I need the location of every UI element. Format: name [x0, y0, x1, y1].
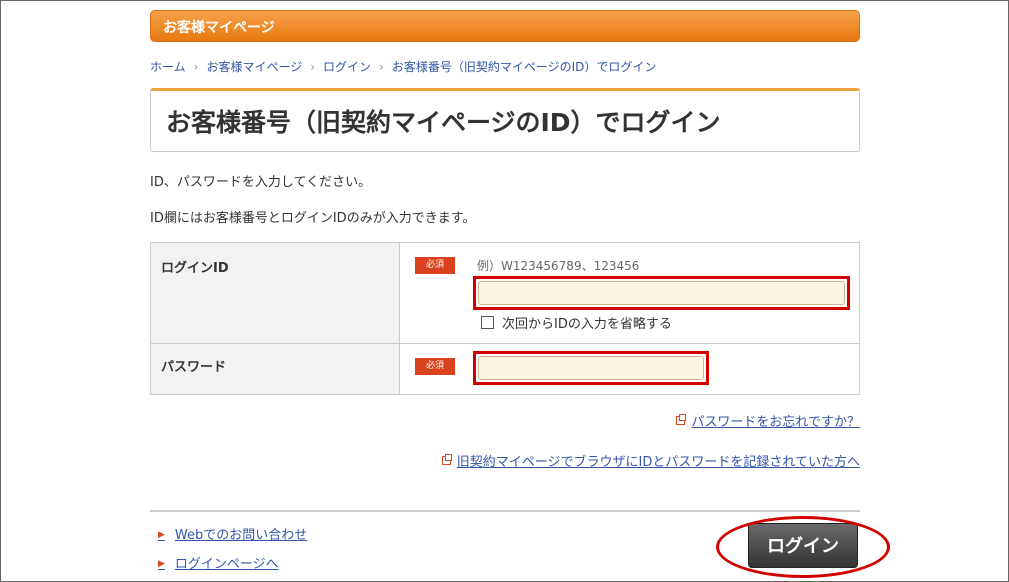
forgot-password-label: パスワードをお忘れですか？: [691, 415, 860, 430]
password-label: パスワード: [161, 360, 227, 375]
breadcrumb: ホーム › お客様マイページ › ログイン › お客様番号（旧契約マイページのID）でログイ…: [150, 58, 656, 75]
required-badge: 必須: [415, 257, 455, 274]
header-title: お客様マイページ: [163, 20, 275, 36]
forgot-password-link[interactable]: パスワードをお忘れですか？: [676, 411, 860, 430]
login-id-highlight: [473, 276, 850, 310]
instruction-text: ID、パスワードを入力してください。: [150, 175, 372, 190]
page-title: お客様番号（旧契約マイページのID）でログイン: [166, 108, 721, 137]
password-highlight: [473, 351, 709, 385]
breadcrumb-separator-icon: ›: [310, 60, 316, 74]
external-window-icon: [441, 454, 452, 465]
login-page-label: ログインページへ: [174, 557, 279, 572]
login-page-link[interactable]: ▶ ログインページへ: [158, 553, 279, 572]
remember-id-checkbox[interactable]: [481, 316, 494, 329]
mypage-header-bar: お客様マイページ: [150, 10, 860, 42]
breadcrumb-separator-icon: ›: [193, 60, 199, 74]
login-id-hint: 例）W123456789、123456: [477, 259, 640, 273]
web-inquiry-link[interactable]: ▶ Webでのお問い合わせ: [158, 524, 307, 543]
remember-id-option[interactable]: 次回からIDの入力を省略する: [481, 313, 672, 332]
breadcrumb-login[interactable]: ログイン: [323, 60, 371, 74]
old-mypage-label: 旧契約マイページでブラウザにIDとパスワードを記録されていた方へ: [456, 455, 860, 470]
login-id-label-cell: ログインID: [151, 243, 400, 343]
old-mypage-link[interactable]: 旧契約マイページでブラウザにIDとパスワードを記録されていた方へ: [441, 451, 860, 470]
breadcrumb-home[interactable]: ホーム: [150, 60, 186, 74]
arrow-right-icon: ▶: [158, 530, 165, 540]
login-id-input[interactable]: [478, 281, 845, 305]
remember-id-label: 次回からIDの入力を省略する: [502, 317, 672, 332]
password-input[interactable]: [478, 356, 704, 380]
breadcrumb-current[interactable]: お客様番号（旧契約マイページのID）でログイン: [392, 60, 657, 74]
login-button[interactable]: ログイン: [748, 523, 858, 568]
breadcrumb-mypage[interactable]: お客様マイページ: [206, 60, 302, 74]
login-id-row: ログインID 必須 例）W123456789、123456 次回からIDの入力を…: [151, 243, 859, 344]
password-label-cell: パスワード: [151, 344, 400, 394]
page-title-box: お客様番号（旧契約マイページのID）でログイン: [150, 88, 860, 152]
required-badge: 必須: [415, 358, 455, 375]
divider: [150, 510, 860, 512]
breadcrumb-separator-icon: ›: [379, 60, 384, 74]
password-row: パスワード 必須: [151, 344, 859, 394]
web-inquiry-label: Webでのお問い合わせ: [174, 528, 308, 543]
arrow-right-icon: ▶: [158, 559, 165, 569]
login-form-table: ログインID 必須 例）W123456789、123456 次回からIDの入力を…: [150, 242, 860, 395]
external-window-icon: [676, 414, 687, 425]
login-id-label: ログインID: [161, 261, 229, 276]
id-format-note: ID欄にはお客様番号とログインIDのみが入力できます。: [150, 211, 476, 226]
